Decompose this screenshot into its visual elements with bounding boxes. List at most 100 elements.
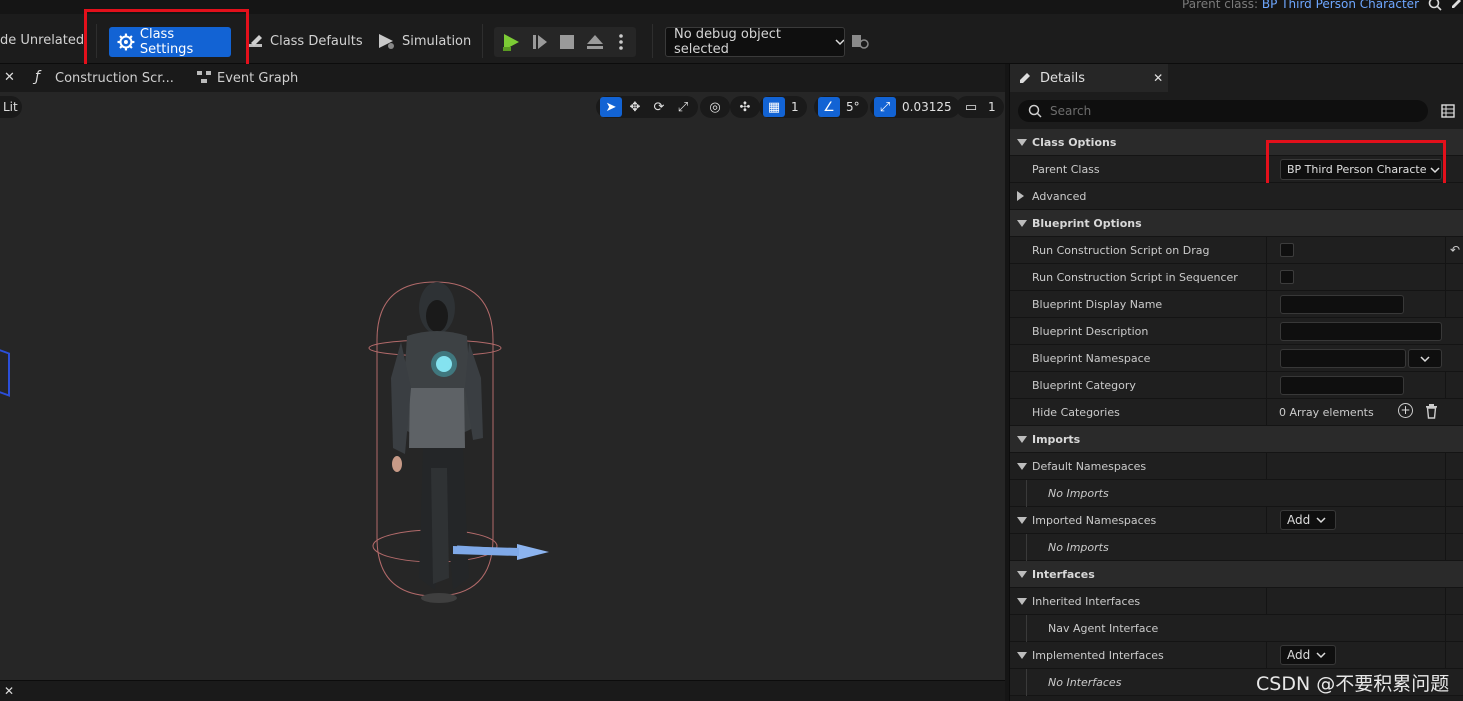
viewport[interactable]: Lit ➤ ✥ ⟳ ⤢ ◎ ✣ ▦ 1 ∠ 5° ⤢ 0.03125 ▭ 1 <box>0 92 1005 680</box>
chevron-down-icon <box>1316 652 1326 659</box>
character-preview[interactable] <box>365 278 555 618</box>
category-interfaces[interactable]: Interfaces <box>1010 561 1463 588</box>
namespace-dropdown[interactable] <box>1408 349 1442 368</box>
parent-class-link[interactable]: BP Third Person Character <box>1262 0 1419 11</box>
property-parent-class: Parent Class BP Third Person Characte <box>1010 140 1463 186</box>
details-tab-label: Details <box>1040 70 1086 86</box>
world-space-icon[interactable]: ◎ <box>704 97 726 117</box>
scale-icon[interactable]: ⤢ <box>672 97 694 117</box>
debug-object-select[interactable]: No debug object selected <box>665 27 845 57</box>
chevron-down-icon <box>1316 517 1326 524</box>
angle-icon[interactable]: ∠ <box>818 97 840 117</box>
category-blueprint-options[interactable]: Blueprint Options <box>1010 210 1463 237</box>
grid-size-value[interactable]: 1 <box>787 100 803 114</box>
namespace-input[interactable] <box>1280 349 1406 368</box>
more-options-icon[interactable] <box>618 33 624 51</box>
surface-snap: ✣ <box>730 96 760 118</box>
reset-to-default-icon[interactable]: ↶ <box>1450 243 1460 257</box>
trash-icon[interactable] <box>1425 404 1438 419</box>
simulation-button[interactable]: Simulation <box>377 32 471 50</box>
property-matrix-icon[interactable] <box>1441 104 1455 118</box>
collapse-arrow-icon <box>1017 571 1027 578</box>
stop-icon[interactable] <box>559 34 575 50</box>
no-imports-row: No Imports <box>1010 480 1463 507</box>
class-defaults-button[interactable]: Class Defaults <box>247 32 363 50</box>
collapse-arrow-icon <box>1017 517 1027 524</box>
camera-speed-value[interactable]: 1 <box>984 100 1000 114</box>
array-elements-count: 0 Array elements <box>1279 406 1374 419</box>
property-default-namespaces[interactable]: Default Namespaces <box>1010 453 1463 480</box>
class-settings-label: Class Settings <box>139 27 194 57</box>
class-settings-button[interactable]: Class Settings <box>109 27 231 57</box>
translate-icon[interactable]: ✥ <box>624 97 646 117</box>
hide-unrelated-button[interactable]: de Unrelated <box>0 33 84 48</box>
display-name-input[interactable] <box>1280 295 1404 314</box>
collapse-arrow-icon <box>1017 652 1027 659</box>
tab-construction-script[interactable]: Construction Scr... <box>55 71 174 86</box>
rotation-snap-value[interactable]: 5° <box>842 100 864 114</box>
scale-snap: ⤢ 0.03125 <box>870 96 960 118</box>
close-icon[interactable]: ✕ <box>1153 71 1163 85</box>
tab-bar: ✕ ƒ Construction Scr... Event Graph <box>0 64 1005 92</box>
tab-details[interactable]: Details ✕ <box>1010 64 1168 92</box>
chevron-down-icon <box>835 39 844 46</box>
tab-event-graph[interactable]: Event Graph <box>217 71 298 86</box>
grid-snap: ▦ 1 <box>759 96 807 118</box>
toolbar-divider <box>482 24 483 58</box>
function-icon: ƒ <box>35 69 40 85</box>
camera-speed: ▭ 1 <box>956 96 1004 118</box>
edit-defaults-icon <box>248 35 262 47</box>
offscreen-gizmo <box>0 347 10 397</box>
run-in-sequencer-checkbox[interactable] <box>1280 270 1294 284</box>
select-icon[interactable]: ➤ <box>600 97 622 117</box>
description-input[interactable] <box>1280 322 1442 341</box>
expand-arrow-icon <box>1017 191 1024 201</box>
search-icon[interactable] <box>1428 0 1442 11</box>
coordinate-tools: ◎ <box>700 96 730 118</box>
view-mode-label: Lit <box>3 100 18 114</box>
simulation-icon <box>379 34 394 49</box>
property-description: Blueprint Description <box>1010 318 1463 345</box>
collapse-arrow-icon <box>1017 139 1027 146</box>
debug-object-value: No debug object selected <box>674 27 781 57</box>
collapse-arrow-icon <box>1017 436 1027 443</box>
close-icon[interactable]: ✕ <box>4 684 14 698</box>
scale-snap-value[interactable]: 0.03125 <box>898 100 956 114</box>
property-inherited-interfaces[interactable]: Inherited Interfaces <box>1010 588 1463 615</box>
property-advanced[interactable]: Advanced <box>1010 183 1463 210</box>
category-input[interactable] <box>1280 376 1404 395</box>
close-icon[interactable]: ✕ <box>4 70 15 85</box>
viewport-footer: ✕ <box>0 680 1005 701</box>
details-search-input[interactable]: Search <box>1018 100 1428 122</box>
property-run-in-sequencer: Run Construction Script in Sequencer <box>1010 264 1463 291</box>
play-icon[interactable] <box>501 32 521 52</box>
camera-icon[interactable]: ▭ <box>960 97 982 117</box>
chevron-down-icon <box>1420 355 1430 362</box>
top-strip: Parent class: BP Third Person Character <box>0 0 1463 14</box>
parent-class-label: Parent class: <box>1182 0 1259 11</box>
surface-snap-icon[interactable]: ✣ <box>734 97 756 117</box>
search-placeholder: Search <box>1050 104 1092 118</box>
run-on-drag-checkbox[interactable] <box>1280 243 1294 257</box>
add-import-button[interactable]: Add <box>1280 510 1336 530</box>
eject-icon[interactable] <box>586 33 604 51</box>
parent-class-select[interactable]: BP Third Person Characte <box>1280 159 1442 180</box>
add-interface-button[interactable]: Add <box>1280 645 1336 665</box>
property-imported-namespaces[interactable]: Imported Namespaces Add <box>1010 507 1463 534</box>
view-mode-button[interactable]: Lit <box>0 96 22 118</box>
rotate-icon[interactable]: ⟳ <box>648 97 670 117</box>
property-implemented-interfaces[interactable]: Implemented Interfaces Add <box>1010 642 1463 669</box>
edit-icon[interactable] <box>1450 0 1463 10</box>
scale-snap-icon[interactable]: ⤢ <box>874 97 896 117</box>
grid-icon[interactable]: ▦ <box>763 97 785 117</box>
advance-frame-icon[interactable] <box>531 33 549 51</box>
debug-filter-icon[interactable] <box>851 33 869 51</box>
class-defaults-label: Class Defaults <box>270 33 363 49</box>
toolbar-divider <box>96 24 97 58</box>
search-icon <box>1028 104 1042 118</box>
event-graph-icon <box>197 71 211 83</box>
category-imports[interactable]: Imports <box>1010 426 1463 453</box>
property-run-on-drag: Run Construction Script on Drag ↶ <box>1010 237 1463 264</box>
category-class-options[interactable]: Class Options <box>1010 129 1463 156</box>
add-element-icon[interactable]: + <box>1398 403 1413 418</box>
